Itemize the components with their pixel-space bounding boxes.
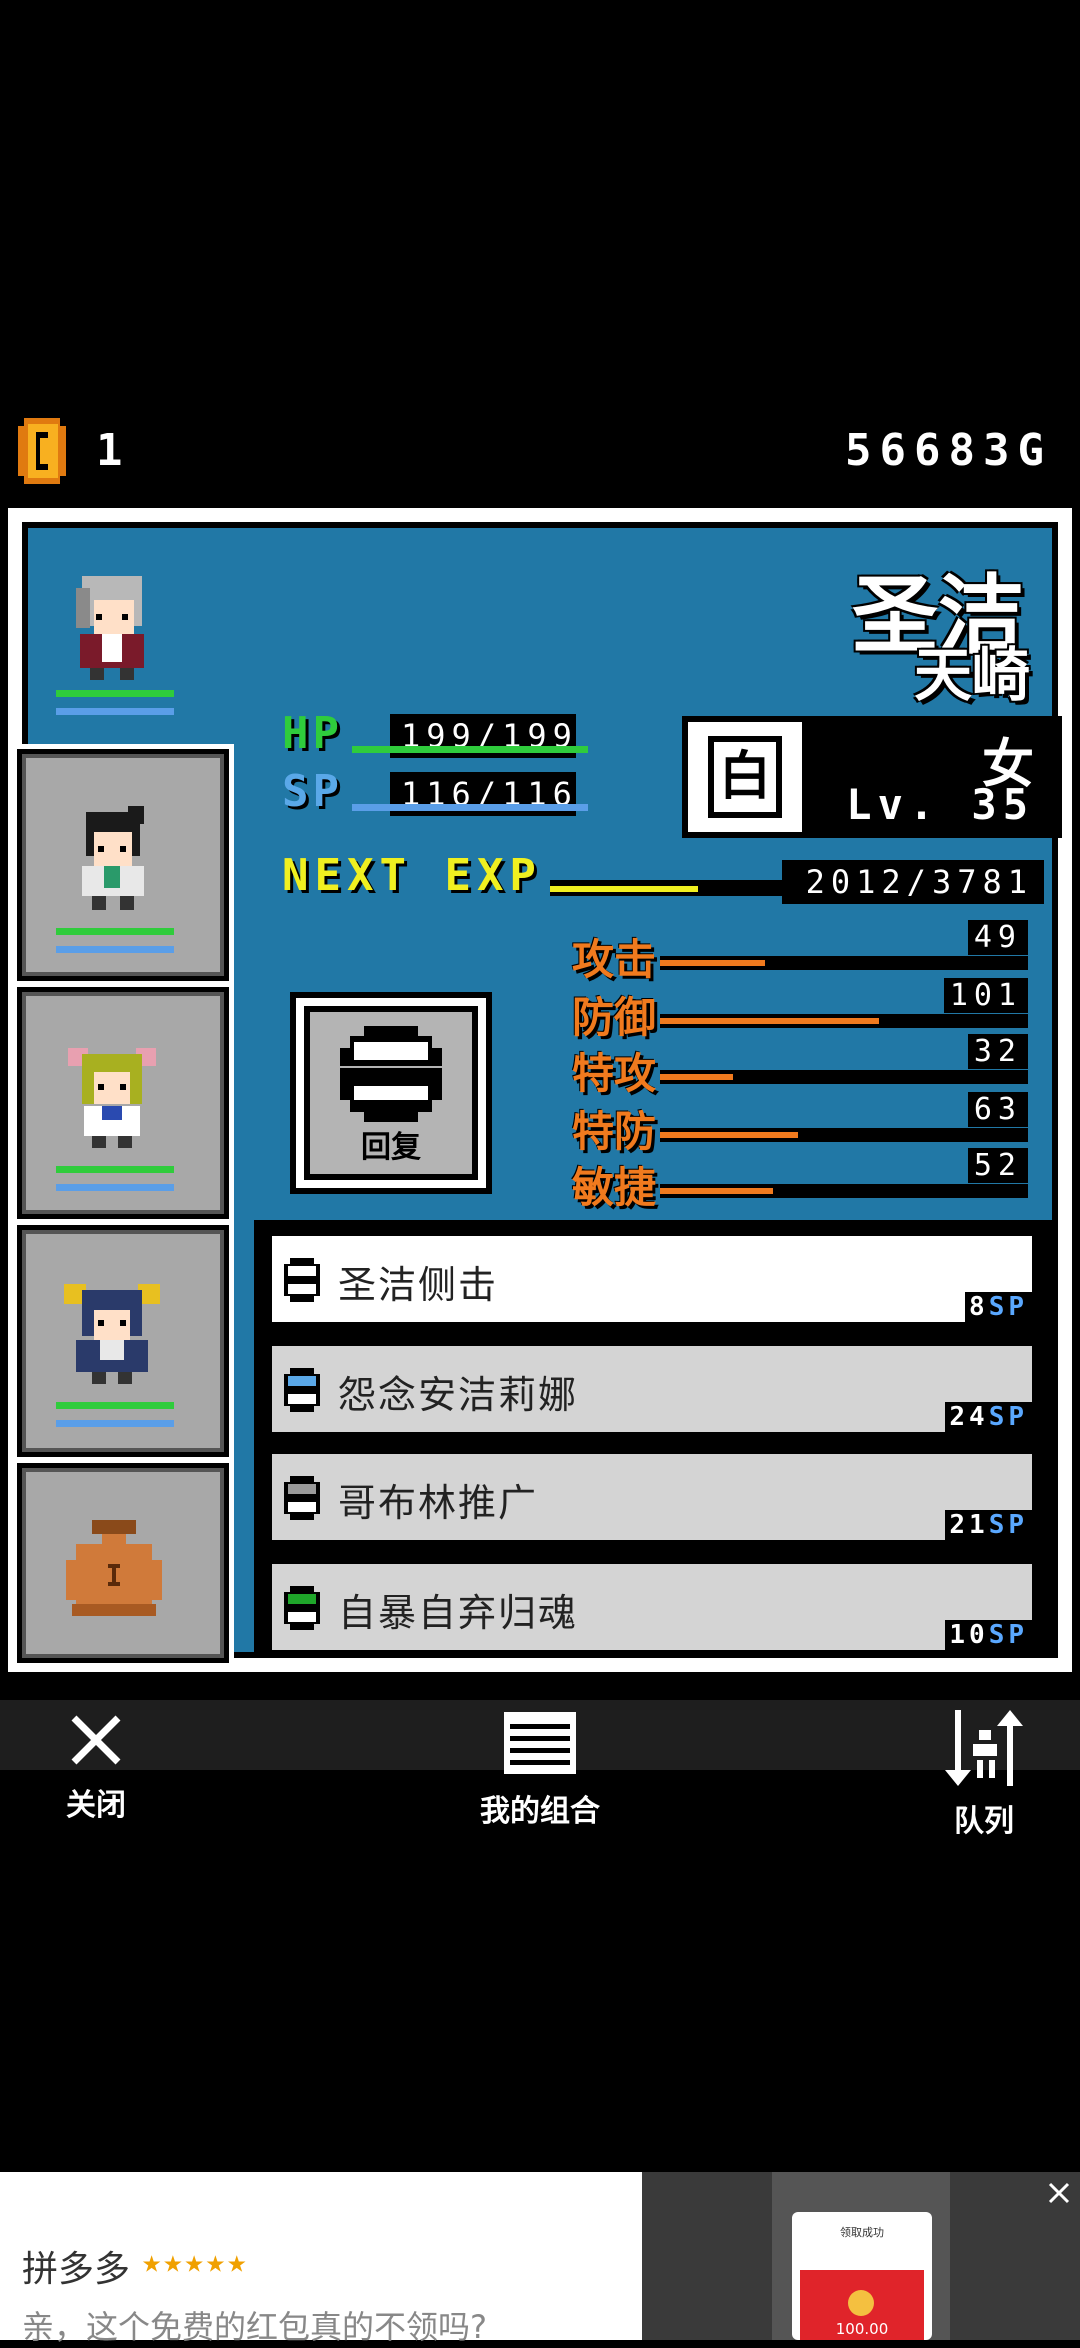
skill-cost: 10SP (945, 1620, 1032, 1650)
stat-row: 敏捷 52 (572, 1148, 1032, 1212)
skill-orb-icon (284, 1258, 320, 1302)
skill-cost: 8SP (965, 1292, 1032, 1322)
recover-label: 回复 (361, 1130, 421, 1165)
gold-amount: 56683G (845, 425, 1052, 476)
skill-list: 圣洁侧击 8SP 怨念安洁莉娜 24SP 哥布林推广 21SP 自暴自弃归魂 10SP (254, 1220, 1052, 1654)
skill-cost-unit: SP (988, 1402, 1028, 1432)
stat-label: 特攻 (572, 1049, 657, 1098)
party-member-1-sp-bar (56, 946, 174, 953)
close-icon (71, 1715, 121, 1765)
stat-track (660, 1070, 1028, 1084)
selected-sp-bar (56, 708, 174, 715)
party-member-1-sprite (62, 806, 162, 916)
coin-count: 1 (96, 425, 127, 476)
stat-track (660, 1128, 1028, 1142)
character-sprite-selected[interactable] (62, 570, 162, 682)
stat-value: 63 (967, 1092, 1028, 1127)
ad-text: 亲，这个免费的红包真的不领吗? (22, 2308, 487, 2346)
skill-cost-value: 8 (969, 1292, 989, 1322)
skill-item[interactable]: 圣洁侧击 8SP (268, 1232, 1036, 1326)
exp-value: 2012/3781 (782, 860, 1044, 904)
skill-item[interactable]: 怨念安洁莉娜 24SP (268, 1342, 1036, 1436)
list-icon (504, 1712, 576, 1774)
stat-label: 敏捷 (572, 1163, 657, 1212)
party-member-1-hp-bar (56, 928, 174, 935)
queue-label: 队列 (954, 1804, 1014, 1839)
ad-thumb-title: 领取成功 (840, 2226, 884, 2239)
skill-name: 圣洁侧击 (338, 1263, 499, 1307)
skill-cost: 21SP (945, 1510, 1032, 1540)
hp-bar (352, 746, 588, 753)
gender-icon: 白 (708, 736, 782, 818)
my-combo-button[interactable]: 我的组合 (440, 1710, 640, 1830)
selected-hp-bar (56, 690, 174, 697)
skill-item[interactable]: 哥布林推广 21SP (268, 1450, 1036, 1544)
close-label: 关闭 (66, 1788, 126, 1823)
next-exp-label: NEXT EXP (282, 850, 542, 901)
skill-cost-value: 21 (949, 1510, 989, 1540)
stat-value: 101 (943, 978, 1028, 1013)
skill-name: 怨念安洁莉娜 (338, 1373, 579, 1417)
recover-icon (340, 1026, 442, 1122)
hp-label: HP (282, 708, 343, 759)
stat-bar (660, 1188, 773, 1194)
skill-name: 自暴自弃归魂 (338, 1591, 579, 1635)
party-member-2-sprite (62, 1044, 162, 1154)
close-icon (1048, 2182, 1070, 2204)
skill-item[interactable]: 自暴自弃归魂 10SP (268, 1560, 1036, 1654)
recover-button[interactable]: 回复 (290, 992, 492, 1194)
ad-rating-stars: ★★★★★ (142, 2242, 249, 2280)
party-member-3-sprite (60, 1280, 164, 1390)
exp-bar (550, 886, 698, 892)
stat-value: 32 (967, 1034, 1028, 1069)
stat-bar (660, 1132, 798, 1138)
my-combo-label: 我的组合 (480, 1794, 600, 1829)
sp-bar (352, 804, 588, 811)
stat-track (660, 1184, 1028, 1198)
skill-orb-icon (284, 1368, 320, 1412)
sp-label: SP (282, 766, 343, 817)
stat-row: 特攻 32 (572, 1034, 1032, 1098)
ad-image[interactable]: 领取成功 100.00 (642, 2172, 1080, 2340)
skill-cost-unit: SP (988, 1292, 1028, 1322)
stat-label: 防御 (572, 993, 657, 1042)
stat-label: 特防 (572, 1107, 657, 1156)
stat-bar (660, 1074, 733, 1080)
stat-value: 49 (967, 920, 1028, 955)
stat-bar (660, 960, 765, 966)
party-member-3-hp-bar (56, 1402, 174, 1409)
skill-name: 哥布林推广 (338, 1481, 539, 1525)
close-button[interactable]: 关闭 (0, 1710, 196, 1824)
ad-brand: 拼多多 (22, 2249, 131, 2290)
ad-thumb-amount: 100.00 (835, 2320, 889, 2338)
skill-cost-value: 10 (949, 1620, 989, 1650)
coin-icon (18, 418, 74, 484)
skill-cost: 24SP (945, 1402, 1032, 1432)
skill-cost-unit: SP (988, 1620, 1028, 1650)
gender-level-box: 白 女 Lv. 35 (682, 716, 1062, 838)
level-text: Lv. 35 (846, 780, 1034, 829)
stat-label: 攻击 (572, 935, 657, 984)
skill-orb-icon (284, 1476, 320, 1520)
ad-close-button[interactable] (1044, 2178, 1074, 2208)
stat-track (660, 1014, 1028, 1028)
skill-cost-value: 24 (949, 1402, 989, 1432)
stat-value: 52 (967, 1148, 1028, 1183)
stat-track (660, 956, 1028, 970)
item-bag-icon (62, 1516, 166, 1620)
party-member-2-sp-bar (56, 1184, 174, 1191)
skill-orb-icon (284, 1586, 320, 1630)
stat-row: 攻击 49 (572, 920, 1032, 984)
party-member-2-hp-bar (56, 1166, 174, 1173)
party-member-3-sp-bar (56, 1420, 174, 1427)
sort-queue-icon (945, 1710, 1023, 1786)
stat-bar (660, 1018, 879, 1024)
stat-row: 特防 63 (572, 1092, 1032, 1156)
queue-button[interactable]: 队列 (884, 1710, 1080, 1840)
character-family-name: 天崎 (913, 641, 1030, 709)
stat-row: 防御 101 (572, 978, 1032, 1042)
skill-cost-unit: SP (988, 1510, 1028, 1540)
